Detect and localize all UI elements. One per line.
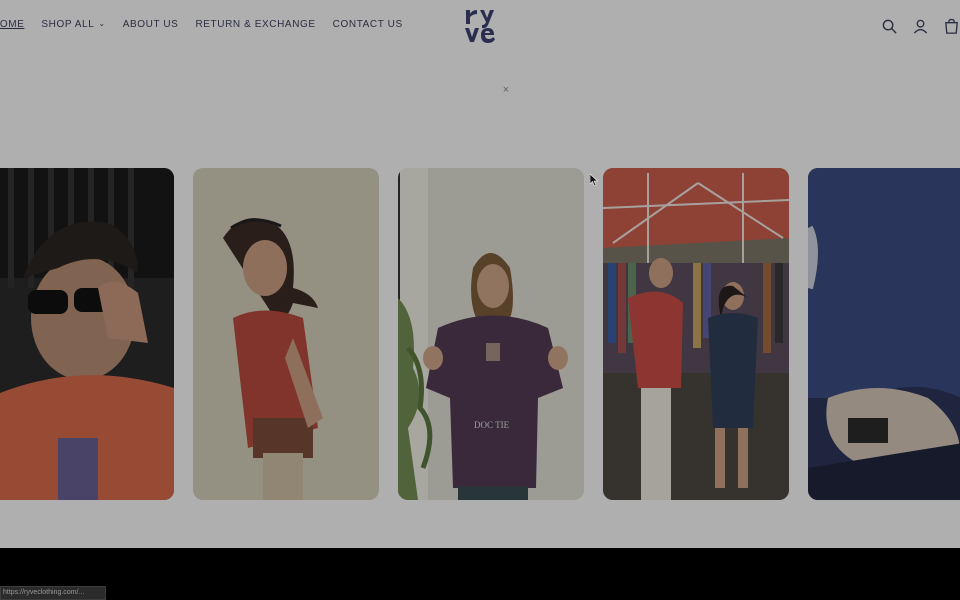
storefront-page: HOME SHOP ALL⌄ ABOUT US RETURN & EXCHANG… — [0, 0, 960, 548]
cart-icon[interactable] — [943, 18, 960, 35]
video-card-1[interactable] — [0, 168, 174, 500]
mouse-cursor-icon — [590, 174, 598, 186]
search-icon[interactable] — [881, 18, 898, 35]
video-card-2[interactable] — [193, 168, 379, 500]
video-caption: DOC TIE — [474, 420, 510, 430]
header-icons — [881, 18, 960, 35]
site-header: HOME SHOP ALL⌄ ABOUT US RETURN & EXCHANG… — [0, 0, 960, 52]
main-nav: HOME SHOP ALL⌄ ABOUT US RETURN & EXCHANG… — [0, 19, 420, 30]
close-icon[interactable]: × — [500, 84, 512, 96]
nav-shop-all[interactable]: SHOP ALL ⌄ — [41, 19, 105, 30]
chevron-down-icon: ⌄ — [98, 19, 106, 28]
video-thumbnail — [193, 168, 379, 500]
nav-shop-all-label: SHOP ALL — [41, 19, 95, 30]
nav-contact-us[interactable]: CONTACT US — [333, 19, 403, 30]
nav-about-us[interactable]: ABOUT US — [123, 19, 179, 30]
video-card-5[interactable] — [808, 168, 960, 500]
nav-home[interactable]: HOME — [0, 19, 24, 30]
account-icon[interactable] — [912, 18, 929, 35]
video-thumbnail — [603, 168, 789, 500]
video-thumbnail — [0, 168, 174, 500]
nav-return-exchange[interactable]: RETURN & EXCHANGE — [195, 19, 315, 30]
video-thumbnail — [808, 168, 960, 500]
video-card-3[interactable]: DOC TIE — [398, 168, 584, 500]
video-card-4[interactable] — [603, 168, 789, 500]
video-gallery: DOC TIE — [0, 168, 960, 500]
video-thumbnail — [398, 168, 584, 500]
browser-status-bar: https://ryveclothing.com/... — [0, 586, 106, 600]
brand-logo[interactable] — [462, 6, 498, 46]
